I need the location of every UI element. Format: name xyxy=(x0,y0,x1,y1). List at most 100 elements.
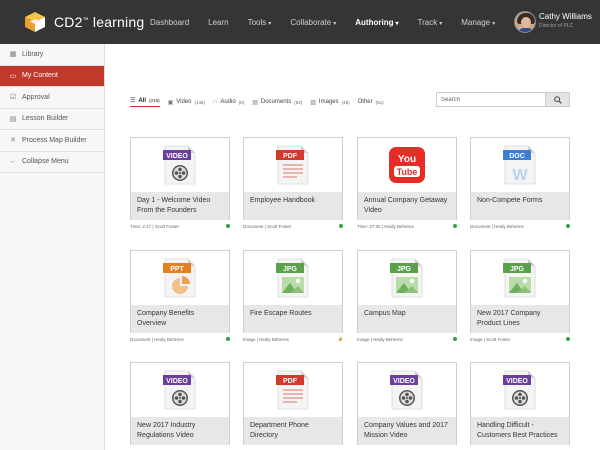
card-meta-text: Document | Scott Foster xyxy=(243,224,292,229)
svg-text:W: W xyxy=(512,167,528,184)
video-file-icon: VIDEO xyxy=(131,138,229,192)
tab-documents[interactable]: ▤ Documents (63) xyxy=(252,99,302,106)
pdf-file-icon: PDF xyxy=(244,138,342,192)
card-meta: Document | Heidy Behrens xyxy=(470,224,570,229)
list-icon: ☰ xyxy=(130,98,136,104)
svg-text:Tube: Tube xyxy=(397,167,418,177)
svg-text:JPG: JPG xyxy=(510,266,525,273)
search-box xyxy=(436,92,570,107)
content-card[interactable]: JPG New 2017 Company Product Lines xyxy=(470,250,570,333)
sidebar-item-label: Process Map Builder xyxy=(22,136,87,144)
svg-text:PDF: PDF xyxy=(283,153,298,160)
svg-text:VIDEO: VIDEO xyxy=(506,378,528,385)
card-meta-text: Image | Heidy Behrens xyxy=(357,337,403,342)
svg-text:JPG: JPG xyxy=(283,266,298,273)
tab-label: Documents xyxy=(260,99,292,105)
nav-label: Track xyxy=(417,17,438,27)
nav-item-dashboard[interactable]: Dashboard xyxy=(150,18,189,27)
tools-icon: ✕ xyxy=(10,137,16,145)
top-navbar: CD2™ learning Dashboard Learn Tools ▾ Collab… xyxy=(0,0,600,44)
check-square-icon: ☑ xyxy=(9,94,17,102)
card-title: Annual Company Getaway Video xyxy=(358,192,456,220)
sidebar-item-collapse-menu[interactable]: ← Collapse Menu xyxy=(0,152,104,173)
search-button[interactable] xyxy=(546,92,570,107)
content-card[interactable]: PPT Company Benefits Overview xyxy=(130,250,230,333)
card-meta: Time: 27:25 | Heidy Behrens xyxy=(357,224,457,229)
sidebar-item-my-content[interactable]: ▭ My Content xyxy=(0,65,104,87)
card-title: Company Values and 2017 Mission Video xyxy=(358,417,456,445)
video-file-icon: VIDEO xyxy=(358,363,456,417)
sidebar-item-label: Approval xyxy=(22,93,50,101)
tab-count: (146) xyxy=(194,99,206,105)
tab-count: (61) xyxy=(375,99,384,105)
content-card[interactable]: VIDEO Day 1 - Welcome Video From the Foun… xyxy=(130,137,230,220)
youtube-icon: You Tube xyxy=(358,138,456,192)
document-icon: ▤ xyxy=(252,99,258,106)
main-content: ☰ All (315) ▣ Video (146) ∩ Audio (0) ▤ Documents(… xyxy=(105,44,600,450)
card-meta: Image | Heidy Behrens xyxy=(357,337,457,342)
sidebar-item-lesson-builder[interactable]: ▤ Lesson Builder xyxy=(0,109,104,130)
card-title: Handling Difficult - Customers Best Prac… xyxy=(471,417,569,445)
user-menu[interactable]: Cathy Williams Director of PLC xyxy=(514,8,600,36)
card-title: New 2017 Industry Regulations Video xyxy=(131,417,229,445)
jpg-file-icon: JPG xyxy=(471,251,569,305)
video-file-icon: VIDEO xyxy=(471,363,569,417)
jpg-file-icon: JPG xyxy=(244,251,342,305)
content-card[interactable]: PDF Department Phone Directory xyxy=(243,362,343,445)
tab-count: (315) xyxy=(149,98,160,103)
nav-label: Tools xyxy=(247,17,267,27)
card-title: Company Benefits Overview xyxy=(131,305,229,333)
jpg-file-icon: JPG xyxy=(358,251,456,305)
nav-item-tools[interactable]: Tools ▾ xyxy=(248,18,272,27)
content-card[interactable]: VIDEO New 2017 Industry Regulations Video xyxy=(130,362,230,445)
tab-label: Video xyxy=(176,99,192,105)
sidebar-item-library[interactable]: ▦ Library xyxy=(0,44,104,66)
content-card[interactable]: JPG Campus Map xyxy=(357,250,457,333)
nav-label: Collaborate xyxy=(290,17,332,27)
published-status-icon xyxy=(566,337,570,341)
document-icon: ▤ xyxy=(9,115,17,123)
caret-down-icon: ▾ xyxy=(268,20,272,27)
tab-images[interactable]: ▨ Images (45) xyxy=(310,99,349,106)
user-role: Director of PLC xyxy=(539,23,574,29)
content-card[interactable]: You Tube Annual Company Getaway Video xyxy=(357,137,457,220)
svg-text:VIDEO: VIDEO xyxy=(393,378,415,385)
content-card[interactable]: DOC W Non-Compete Forms xyxy=(470,137,570,220)
nav-label: Manage xyxy=(461,17,491,27)
card-title: Day 1 - Welcome Video From the Founders xyxy=(131,192,229,220)
arrow-left-icon: ← xyxy=(9,158,17,166)
nav-item-track[interactable]: Track ▾ xyxy=(417,18,442,27)
tab-video[interactable]: ▣ Video (146) xyxy=(168,99,205,106)
card-meta: Image | Scott Foster xyxy=(470,337,570,342)
nav-item-collaborate[interactable]: Collaborate ▾ xyxy=(290,18,336,27)
nav-item-manage[interactable]: Manage ▾ xyxy=(461,18,495,27)
grid-icon: ▦ xyxy=(9,51,17,59)
svg-text:You: You xyxy=(398,154,416,165)
sidebar-item-approval[interactable]: ☑ Approval xyxy=(0,87,104,109)
avatar[interactable] xyxy=(514,11,536,33)
content-card[interactable]: VIDEO Company Values and 2017 Mission Vid… xyxy=(357,362,457,445)
nav-item-authoring[interactable]: Authoring ▾ xyxy=(355,18,398,27)
card-title: Department Phone Directory xyxy=(244,417,342,445)
tab-other[interactable]: Other (61) xyxy=(358,99,384,105)
content-card[interactable]: JPG Fire Escape Routes xyxy=(243,250,343,333)
tab-count: (0) xyxy=(238,99,245,105)
svg-text:DOC: DOC xyxy=(509,153,525,160)
content-card[interactable]: PDF Employee Handbook xyxy=(243,137,343,220)
search-input[interactable] xyxy=(436,92,546,107)
tab-all[interactable]: ☰ All (315) xyxy=(130,97,160,107)
tab-audio[interactable]: ∩ Audio (0) xyxy=(213,99,244,105)
sidebar-item-process-map-builder[interactable]: ✕ Process Map Builder xyxy=(0,130,104,152)
main-nav: Dashboard Learn Tools ▾ Collaborate ▾ Authorin… xyxy=(150,0,514,44)
published-status-icon xyxy=(453,224,457,228)
card-meta-text: Time: 27:25 | Heidy Behrens xyxy=(357,224,414,229)
nav-label: Authoring xyxy=(355,17,394,27)
content-card[interactable]: VIDEO Handling Difficult - Customers Best… xyxy=(470,362,570,445)
caret-down-icon: ▾ xyxy=(492,20,496,27)
svg-text:JPG: JPG xyxy=(397,266,412,273)
published-status-icon xyxy=(339,224,343,228)
published-status-icon xyxy=(453,337,457,341)
tab-label: Images xyxy=(318,99,339,105)
brand-logo[interactable]: CD2™ learning xyxy=(24,11,144,33)
nav-item-learn[interactable]: Learn xyxy=(208,18,228,27)
